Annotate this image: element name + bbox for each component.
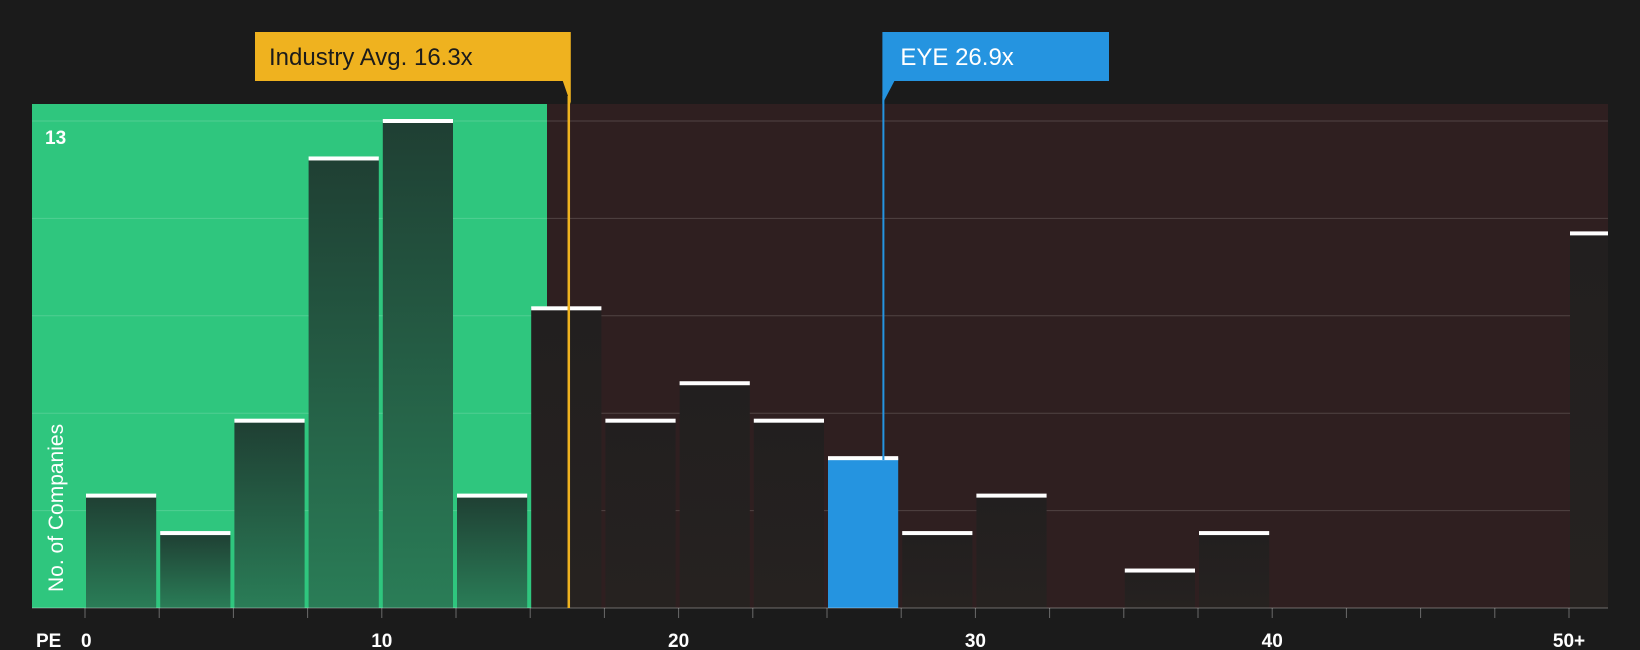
bar-30 xyxy=(976,495,1047,608)
bar-cap-17.5 xyxy=(605,418,676,423)
industry-average-label: Industry Avg. 16.3x xyxy=(269,44,473,71)
x-tick-label-0: 0 xyxy=(81,631,92,650)
bar-37.5 xyxy=(1199,533,1270,608)
bar-25 xyxy=(828,458,899,608)
bar-cap-25 xyxy=(828,456,899,461)
bar-cap-37.5 xyxy=(1199,531,1270,536)
bar-50 xyxy=(1570,233,1608,608)
x-tick-label-20: 20 xyxy=(668,631,689,650)
bar-cap-5 xyxy=(234,418,305,423)
y-axis-max-label: 13 xyxy=(45,128,66,149)
x-tick-label-50plus: 50+ xyxy=(1553,631,1585,650)
bar-cap-7.5 xyxy=(308,156,379,161)
bar-cap-35 xyxy=(1124,568,1195,573)
bar-15 xyxy=(531,308,602,608)
bar-cap-30 xyxy=(976,493,1047,498)
pe-histogram-chart: 0 10 20 30 40 50+ Industry Avg. 16.3x EYE 26.… xyxy=(32,32,1608,650)
bar-cap-27.5 xyxy=(902,531,973,536)
x-axis-title: PE xyxy=(36,631,61,650)
company-pe-label: EYE 26.9x xyxy=(900,44,1013,71)
x-axis-ticks: 0 10 20 30 40 50+ xyxy=(81,608,1585,650)
bar-cap-10 xyxy=(382,119,453,123)
bar-0 xyxy=(86,495,157,608)
bar-12.5 xyxy=(457,495,528,608)
bar-35 xyxy=(1124,570,1195,608)
bar-20 xyxy=(679,383,750,608)
bar-2.5 xyxy=(160,533,231,608)
bar-7.5 xyxy=(308,158,379,608)
x-tick-label-10: 10 xyxy=(371,631,392,650)
bar-cap-22.5 xyxy=(753,418,824,423)
bar-cap-12.5 xyxy=(457,493,528,498)
x-tick-label-40: 40 xyxy=(1262,631,1283,650)
y-axis-title: No. of Companies xyxy=(45,424,68,592)
bar-27.5 xyxy=(902,533,973,608)
bar-cap-20 xyxy=(679,381,750,386)
x-tick-label-30: 30 xyxy=(965,631,986,650)
bar-10 xyxy=(382,121,453,608)
bar-cap-15 xyxy=(531,306,602,311)
bar-17.5 xyxy=(605,420,676,608)
bar-cap-50 xyxy=(1570,231,1608,236)
bar-cap-2.5 xyxy=(160,531,231,536)
bar-5 xyxy=(234,420,305,608)
bar-cap-0 xyxy=(86,493,157,498)
bar-22.5 xyxy=(753,420,824,608)
